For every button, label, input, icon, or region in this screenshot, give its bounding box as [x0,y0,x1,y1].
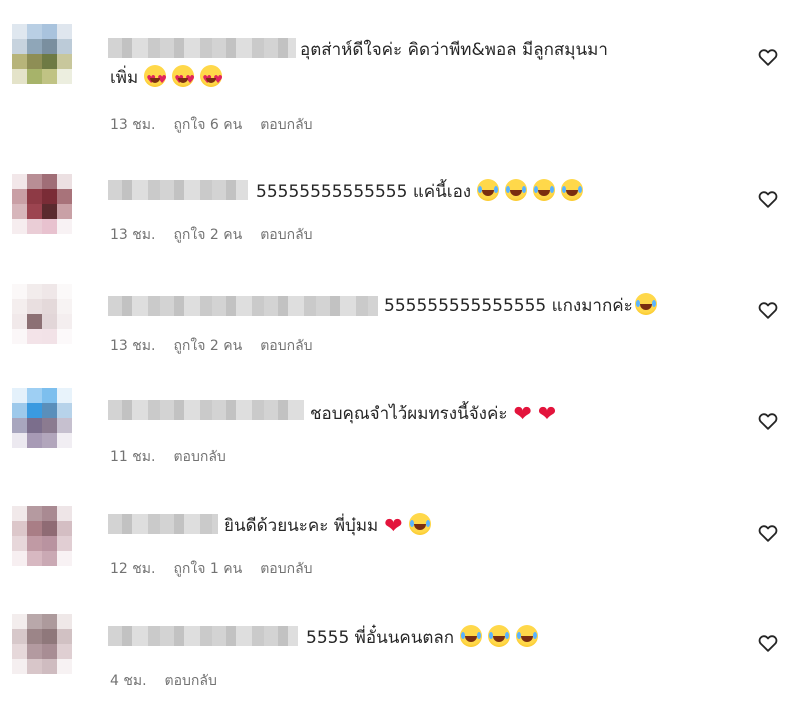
heart-outline-icon[interactable] [757,632,779,654]
heart-outline-icon[interactable] [757,188,779,210]
username-blurred[interactable] [108,38,296,58]
comment-text-continued: เพิ่ม [110,64,224,94]
comment-text: 5555 พี่อั๋นนคนตลก [306,624,539,652]
laughing-emoji [408,513,431,535]
red-heart-emoji: ❤ [537,402,557,427]
like-count-link[interactable]: ถูกใจ 2 คน [173,227,242,243]
comment-text: ยินดีด้วยนะคะ พี่บุ๋มม ❤ [224,512,431,541]
username-blurred[interactable] [108,180,248,200]
reply-button[interactable]: ตอบกลับ [173,449,225,465]
comment-time: 13 ชม. [110,117,156,133]
comment-time: 11 ชม. [110,449,156,465]
reply-button[interactable]: ตอบกลับ [260,561,312,577]
laughing-emoji [477,179,500,201]
avatar[interactable] [12,24,72,84]
username-blurred[interactable] [108,626,298,646]
like-count-link[interactable]: ถูกใจ 6 คน [173,117,242,133]
like-count-link[interactable]: ถูกใจ 2 คน [173,338,242,354]
reply-button[interactable]: ตอบกลับ [165,673,217,689]
username-blurred[interactable] [108,400,304,420]
comment-time: 4 ชม. [110,673,147,689]
avatar[interactable] [12,506,72,566]
heart-outline-icon[interactable] [757,46,779,68]
comment-text: 555555555555555 แกงมากค่ะ [384,292,657,320]
heart-outline-icon[interactable] [757,299,779,321]
like-count-link[interactable]: ถูกใจ 1 คน [173,561,242,577]
comment-text: อุตส่าห์ดีใจค่ะ คิดว่าพีท&พอล มีลูกสมุนม… [300,40,608,60]
laughing-emoji [488,625,511,647]
laughing-emoji [505,179,528,201]
avatar[interactable] [12,388,72,448]
comment-meta: 4 ชม. ตอบกลับ [110,670,235,692]
username-blurred[interactable] [108,296,378,316]
laughing-emoji [634,293,657,315]
red-heart-emoji: ❤ [384,514,403,539]
comment-time: 13 ชม. [110,338,156,354]
comment-time: 13 ชม. [110,227,156,243]
laughing-emoji [533,179,556,201]
laughing-emoji [516,625,539,647]
laughing-emoji [561,179,584,201]
comment-meta: 13 ชม. ถูกใจ 6 คน ตอบกลับ [110,114,331,136]
heart-outline-icon[interactable] [757,522,779,544]
heart-eyes-emoji [144,65,168,94]
avatar[interactable] [12,284,72,344]
comment-meta: 11 ชม. ตอบกลับ [110,446,244,468]
reply-button[interactable]: ตอบกลับ [260,338,312,354]
comment-meta: 12 ชม. ถูกใจ 1 คน ตอบกลับ [110,558,331,580]
reply-button[interactable]: ตอบกลับ [260,117,312,133]
heart-eyes-emoji [172,65,196,94]
heart-eyes-emoji [200,65,224,94]
red-heart-emoji: ❤ [513,402,532,427]
comment-meta: 13 ชม. ถูกใจ 2 คน ตอบกลับ [110,335,331,357]
heart-outline-icon[interactable] [757,410,779,432]
comment-time: 12 ชม. [110,561,156,577]
comment-text: ชอบคุณจำไว้ผมทรงนี้จังค่ะ ❤ ❤ [310,402,557,427]
username-blurred[interactable] [108,514,218,534]
comment-meta: 13 ชม. ถูกใจ 2 คน ตอบกลับ [110,224,331,246]
reply-button[interactable]: ตอบกลับ [260,227,312,243]
avatar[interactable] [12,174,72,234]
avatar[interactable] [12,614,72,674]
laughing-emoji [460,625,483,647]
comment-text: 55555555555555 แค่นี้เอง [256,178,584,206]
